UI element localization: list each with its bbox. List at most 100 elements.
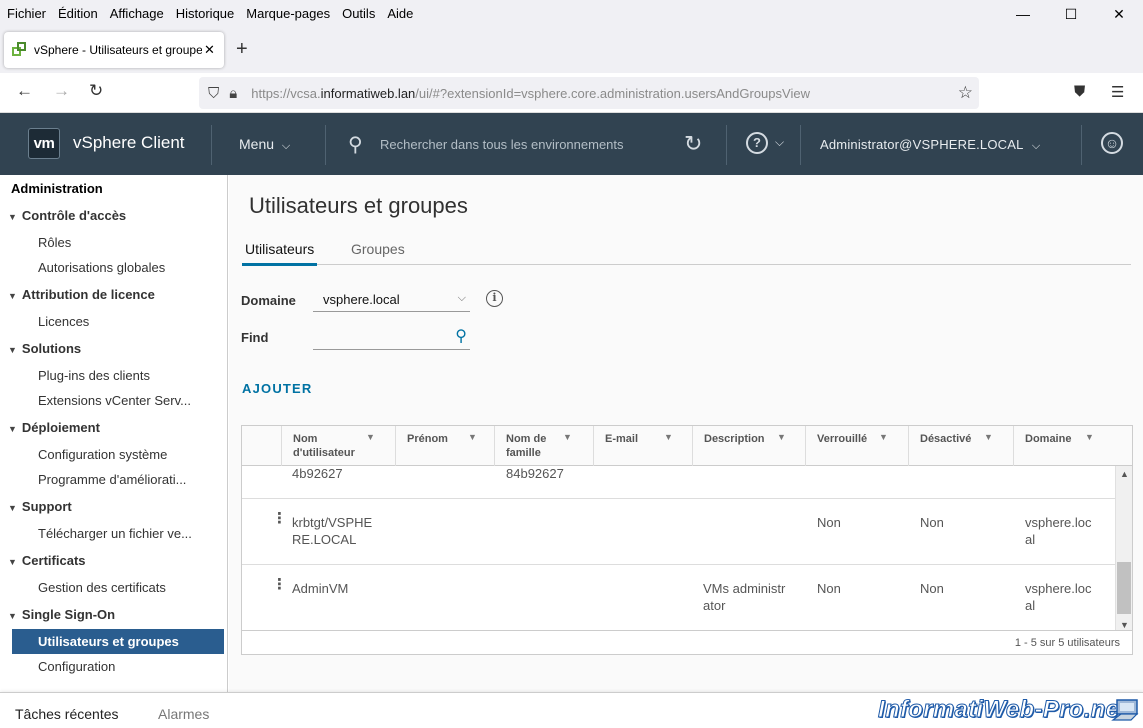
caret-down-icon: ▼: [8, 557, 17, 567]
table-row[interactable]: ⋮ AdminVM VMs administr ator Non Non vsph…: [242, 565, 1115, 631]
cell-lastname: 84b92627: [506, 466, 564, 481]
chevron-down-icon: ⌵: [281, 140, 291, 152]
global-search-input[interactable]: Rechercher dans tous les environnements: [380, 137, 624, 152]
filter-icon[interactable]: ▼: [468, 432, 477, 442]
back-icon[interactable]: ←: [16, 81, 33, 101]
reload-icon[interactable]: ↻: [89, 81, 103, 101]
menu-fichier[interactable]: Fichier: [7, 6, 46, 21]
filter-icon[interactable]: ▼: [984, 432, 993, 442]
add-user-button[interactable]: AJOUTER: [242, 381, 313, 396]
menu-aide[interactable]: Aide: [387, 6, 413, 21]
menu-outils[interactable]: Outils: [342, 6, 375, 21]
chevron-down-icon[interactable]: ⌵: [775, 135, 784, 150]
sidebar-section-certificates[interactable]: ▼ Certificats: [8, 553, 86, 568]
menu-dropdown[interactable]: Menu ⌵: [239, 136, 290, 153]
column-header-email[interactable]: E-mail ▼: [593, 426, 692, 466]
refresh-icon[interactable]: ↻: [684, 131, 702, 157]
lock-icon[interactable]: 🔒︎: [229, 85, 237, 102]
sidebar-item-download-file[interactable]: Télécharger un fichier ve...: [38, 526, 192, 541]
pocket-icon[interactable]: ⛊: [1074, 83, 1085, 100]
scrollbar-thumb[interactable]: [1117, 562, 1131, 614]
watermark: InformatiWeb-Pro.net: [878, 696, 1128, 724]
sidebar-section-deployment[interactable]: ▼ Déploiement: [8, 420, 100, 435]
table-row[interactable]: 4b92627 84b92627: [242, 466, 1115, 499]
column-header-domain[interactable]: Domaine ▼: [1013, 426, 1132, 466]
filter-icon[interactable]: ▼: [1085, 432, 1094, 442]
close-window-icon[interactable]: ✕: [1095, 0, 1143, 28]
filter-icon[interactable]: ▼: [664, 432, 673, 442]
sidebar-section-solutions[interactable]: ▼ Solutions: [8, 341, 81, 356]
user-menu[interactable]: Administrator@VSPHERE.LOCAL ⌵: [820, 137, 1040, 153]
info-icon[interactable]: i: [486, 290, 503, 307]
minimize-icon[interactable]: —: [999, 0, 1047, 28]
vsphere-favicon-icon: [12, 42, 28, 58]
column-header-locked[interactable]: Verrouillé ▼: [805, 426, 908, 466]
caret-down-icon: ▼: [8, 611, 17, 621]
sidebar-item-global-permissions[interactable]: Autorisations globales: [38, 260, 165, 275]
column-header-description[interactable]: Description ▼: [692, 426, 805, 466]
tab-groups[interactable]: Groupes: [351, 241, 405, 257]
sidebar-item-certificate-management[interactable]: Gestion des certificats: [38, 580, 166, 595]
search-icon[interactable]: ⚲: [455, 326, 467, 346]
tab-recent-tasks[interactable]: Tâches récentes: [15, 706, 119, 722]
find-input[interactable]: ⚲: [313, 325, 470, 350]
header-divider: [800, 125, 801, 165]
column-header-username[interactable]: Nom d'utilisateur ▼: [281, 426, 395, 466]
new-tab-icon[interactable]: +: [236, 38, 248, 60]
column-header-disabled[interactable]: Désactivé ▼: [908, 426, 1013, 466]
sidebar-section-sso[interactable]: ▼ Single Sign-On: [8, 607, 115, 622]
shield-icon[interactable]: ⛉: [208, 85, 219, 102]
filter-icon[interactable]: ▼: [879, 432, 888, 442]
sidebar-item-users-and-groups[interactable]: Utilisateurs et groupes: [12, 629, 224, 654]
sidebar-item-system-configuration[interactable]: Configuration système: [38, 447, 167, 462]
cell-username: 4b92627: [292, 466, 343, 481]
sidebar-item-client-plugins[interactable]: Plug-ins des clients: [38, 368, 150, 383]
sidebar-section-licensing[interactable]: ▼ Attribution de licence: [8, 287, 155, 302]
browser-navbar: ← → ↻ ⛉ 🔒︎ https://vcsa.informatiweb.lan…: [0, 73, 1143, 113]
menu-edition[interactable]: Édition: [58, 6, 98, 21]
sidebar-section-access-control[interactable]: ▼ Contrôle d'accès: [8, 208, 126, 223]
menu-label: Menu: [239, 136, 275, 152]
sidebar-item-licenses[interactable]: Licences: [38, 314, 89, 329]
sidebar-item-improvement-program[interactable]: Programme d'améliorati...: [38, 472, 186, 487]
filter-icon[interactable]: ▼: [366, 432, 375, 442]
scroll-up-icon[interactable]: ▲: [1120, 469, 1129, 479]
row-actions-kebab-icon[interactable]: ⋮: [272, 509, 287, 527]
vm-logo[interactable]: vm: [28, 128, 60, 159]
sidebar-section-support[interactable]: ▼ Support: [8, 499, 72, 514]
sidebar-root[interactable]: Administration: [11, 181, 103, 196]
column-header-lastname[interactable]: Nom de famille ▼: [494, 426, 593, 466]
browser-menubar: Fichier Édition Affichage Historique Mar…: [0, 0, 1143, 26]
maximize-icon[interactable]: ☐: [1047, 0, 1095, 28]
menu-historique[interactable]: Historique: [176, 6, 235, 21]
search-icon[interactable]: ⚲: [348, 132, 363, 157]
tab-alarms[interactable]: Alarmes: [158, 706, 209, 722]
sidebar-item-roles[interactable]: Rôles: [38, 235, 71, 250]
bookmark-star-icon[interactable]: ☆: [958, 83, 973, 103]
sidebar-item-vcenter-extensions[interactable]: Extensions vCenter Serv...: [38, 393, 191, 408]
row-actions-kebab-icon[interactable]: ⋮: [272, 575, 287, 593]
cell-locked: Non: [817, 515, 841, 530]
scroll-down-icon[interactable]: ▼: [1120, 620, 1129, 630]
menu-affichage[interactable]: Affichage: [110, 6, 164, 21]
table-row[interactable]: ⋮ krbtgt/VSPHE RE.LOCAL Non Non vsphere.l…: [242, 499, 1115, 565]
domain-select[interactable]: vsphere.local ⌵: [313, 288, 470, 312]
forward-icon[interactable]: →: [53, 81, 70, 101]
tab-users[interactable]: Utilisateurs: [241, 241, 318, 266]
filter-icon[interactable]: ▼: [777, 432, 786, 442]
cell-description: VMs administr ator: [703, 581, 786, 613]
url-bar[interactable]: ⛉ 🔒︎ https://vcsa.informatiweb.lan/ui/#?…: [199, 77, 979, 109]
column-header-firstname[interactable]: Prénom ▼: [395, 426, 494, 466]
header-divider: [211, 125, 212, 165]
browser-tab[interactable]: vSphere - Utilisateurs et groupes ✕: [4, 32, 224, 68]
feedback-smiley-icon[interactable]: ☺: [1101, 132, 1123, 154]
help-icon[interactable]: ?: [746, 132, 768, 154]
grid-scrollbar[interactable]: ▲ ▼: [1115, 466, 1132, 631]
hamburger-menu-icon[interactable]: ☰: [1111, 83, 1124, 101]
menu-marque-pages[interactable]: Marque-pages: [246, 6, 330, 21]
sidebar-item-configuration[interactable]: Configuration: [38, 659, 115, 674]
filter-icon[interactable]: ▼: [563, 432, 572, 442]
close-tab-icon[interactable]: ✕: [204, 42, 215, 58]
tab-bar: Utilisateurs Groupes: [241, 239, 1131, 266]
app-name[interactable]: vSphere Client: [73, 133, 185, 153]
